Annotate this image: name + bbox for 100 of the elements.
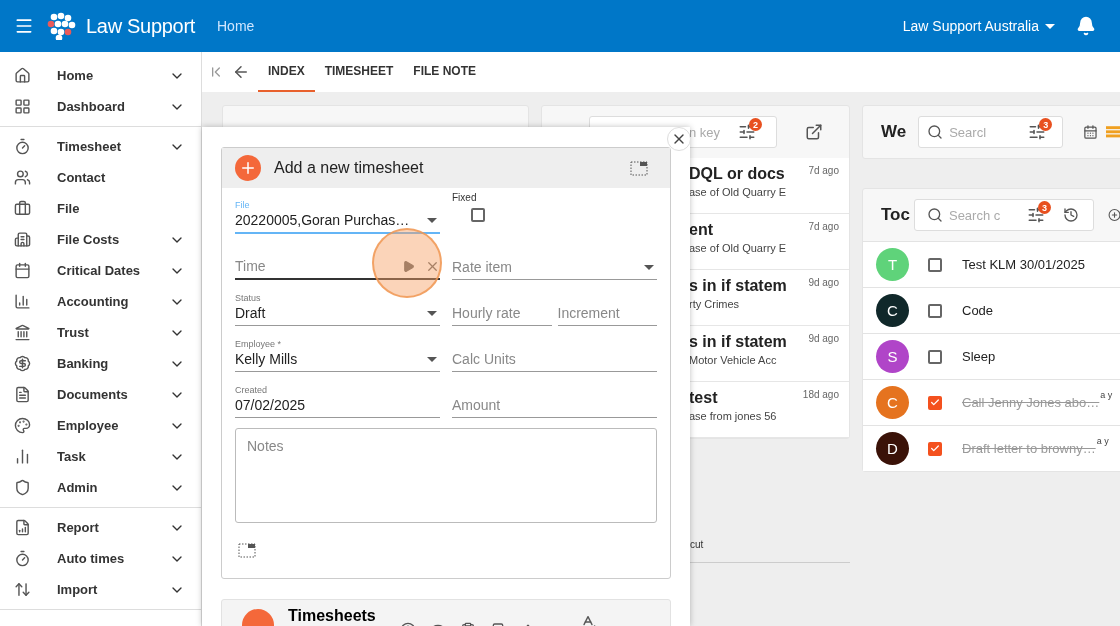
organization-selector[interactable]: Law Support Australia <box>902 18 1039 34</box>
todo-time: a y <box>1096 436 1109 446</box>
document-title: DQL or docs <box>689 165 786 183</box>
document-subtitle: ase from jones 56 <box>689 410 778 422</box>
palette-icon <box>14 417 31 434</box>
checkbox[interactable] <box>928 257 942 272</box>
checkbox[interactable] <box>928 303 942 318</box>
dollar-icon <box>14 355 31 372</box>
sidebar-item[interactable]: Timesheet <box>0 131 201 162</box>
document-subtitle: Motor Vehicle Acc <box>689 354 778 366</box>
field-label: Fixed <box>452 192 478 203</box>
document-title: test <box>689 389 719 407</box>
window-icon[interactable] <box>238 543 256 558</box>
input-field[interactable]: Time <box>235 234 440 280</box>
checkbox[interactable] <box>928 395 942 410</box>
stopwatch-icon <box>14 138 31 155</box>
checkbox[interactable] <box>471 208 485 222</box>
todo-text: Code <box>962 303 994 318</box>
select-field[interactable]: Rate item <box>452 234 657 280</box>
input-field[interactable]: Created 07/02/2025 <box>235 372 440 418</box>
filter-icon[interactable] <box>1026 206 1045 224</box>
sidebar-item[interactable]: Task <box>0 441 201 472</box>
checkbox[interactable] <box>928 441 942 456</box>
document-time: 9d ago <box>808 333 839 346</box>
close-button[interactable] <box>667 127 690 151</box>
sidebar-item[interactable]: Banking <box>0 348 201 379</box>
card-title: Timesheets <box>288 607 376 625</box>
menu-icon[interactable] <box>14 16 34 36</box>
building-icon <box>14 231 31 248</box>
sidebar-item[interactable]: Import <box>0 574 201 605</box>
sidebar-item[interactable]: Employee <box>0 410 201 441</box>
search-field[interactable]: Search c 3 <box>913 199 1094 231</box>
briefcase-icon <box>14 200 31 217</box>
document-time: 7d ago <box>808 165 839 178</box>
search-placeholder: Search c <box>948 207 1002 223</box>
search-field[interactable]: Searcl 3 <box>918 116 1064 148</box>
select-field[interactable]: File 20220005,Goran Purchas… <box>235 188 440 234</box>
add-icon[interactable] <box>1107 206 1120 224</box>
sidebar-item[interactable]: Accounting <box>0 286 201 317</box>
sidebar-item[interactable]: Trust <box>0 317 201 348</box>
sidebar-item[interactable]: Critical Dates <box>0 255 201 286</box>
select-field[interactable]: Employee * Kelly Mills <box>235 326 440 372</box>
checkbox[interactable] <box>928 349 942 364</box>
sidebar-item[interactable]: Home <box>0 60 201 91</box>
document-subtitle: rty Crimes <box>689 298 741 310</box>
sidebar-item[interactable]: File <box>0 193 201 224</box>
play-icon[interactable] <box>402 259 415 273</box>
home-icon <box>14 67 31 84</box>
filter-icon[interactable] <box>738 123 756 141</box>
todo-item[interactable]: S Sleep <box>863 333 1120 379</box>
back-icon[interactable] <box>232 63 250 81</box>
history-icon[interactable] <box>1062 207 1079 223</box>
document-title: s in if statem <box>689 277 788 295</box>
bell-icon[interactable] <box>1076 16 1096 36</box>
sidebar-item[interactable]: Auto times <box>0 543 201 574</box>
check-icon <box>930 443 940 454</box>
input-field[interactable]: Calc Units <box>452 326 657 372</box>
tab[interactable]: INDEX <box>258 52 315 92</box>
calendar-icon <box>14 262 31 279</box>
caret-icon <box>427 356 437 362</box>
sidebar-item[interactable]: Report <box>0 512 201 543</box>
sidebar-item[interactable]: File Costs <box>0 224 201 255</box>
todo-text: Call Jenny Jones abo… <box>962 395 1100 410</box>
document-subtitle: ase of Old Quarry E <box>689 186 788 198</box>
dialog-title: Add a new timesheet <box>274 159 425 177</box>
sidebar-item[interactable]: Dashboard <box>0 91 201 122</box>
window-icon[interactable] <box>630 160 648 176</box>
sidebar-item[interactable]: Admin <box>0 472 201 503</box>
todo-item[interactable]: T Test KLM 30/01/2025 <box>863 241 1120 287</box>
sidebar-item[interactable]: Documents <box>0 379 201 410</box>
search-placeholder: n key <box>688 124 720 140</box>
panel-title: Toc <box>881 205 910 225</box>
document-icon <box>14 386 31 403</box>
todo-text: Draft letter to browny… <box>962 441 1096 456</box>
select-field[interactable]: Status Draft <box>235 280 440 326</box>
filter-icon[interactable] <box>1028 123 1047 141</box>
sidebar-item[interactable]: Contact <box>0 162 201 193</box>
panel-title: We <box>881 122 907 142</box>
search-icon <box>926 207 943 223</box>
stopwatch-icon <box>14 550 31 567</box>
open-external-icon[interactable] <box>805 123 823 141</box>
caret-icon <box>644 264 654 270</box>
breadcrumb[interactable]: Home <box>217 18 255 34</box>
input-field[interactable]: Hourly rate <box>452 280 552 326</box>
avatar: C <box>876 386 909 419</box>
calendar-icon[interactable] <box>1083 123 1099 141</box>
filter-count-badge: 3 <box>1039 118 1053 131</box>
tab[interactable]: TIMESHEET <box>314 52 404 92</box>
grid-icon <box>14 98 31 115</box>
add-icon <box>235 155 261 181</box>
todo-item[interactable]: C Code <box>863 287 1120 333</box>
app-name: Law Support <box>86 14 195 38</box>
tab[interactable]: FILE NOTE <box>403 52 487 92</box>
input-field[interactable]: Increment <box>557 280 657 326</box>
todo-text: Test KLM 30/01/2025 <box>962 257 1085 272</box>
avatar: C <box>876 294 909 327</box>
caret-icon <box>427 217 437 223</box>
input-field[interactable]: Amount <box>452 372 657 418</box>
notes-field[interactable]: Notes <box>235 428 657 523</box>
bar-chart-icon <box>14 293 31 310</box>
